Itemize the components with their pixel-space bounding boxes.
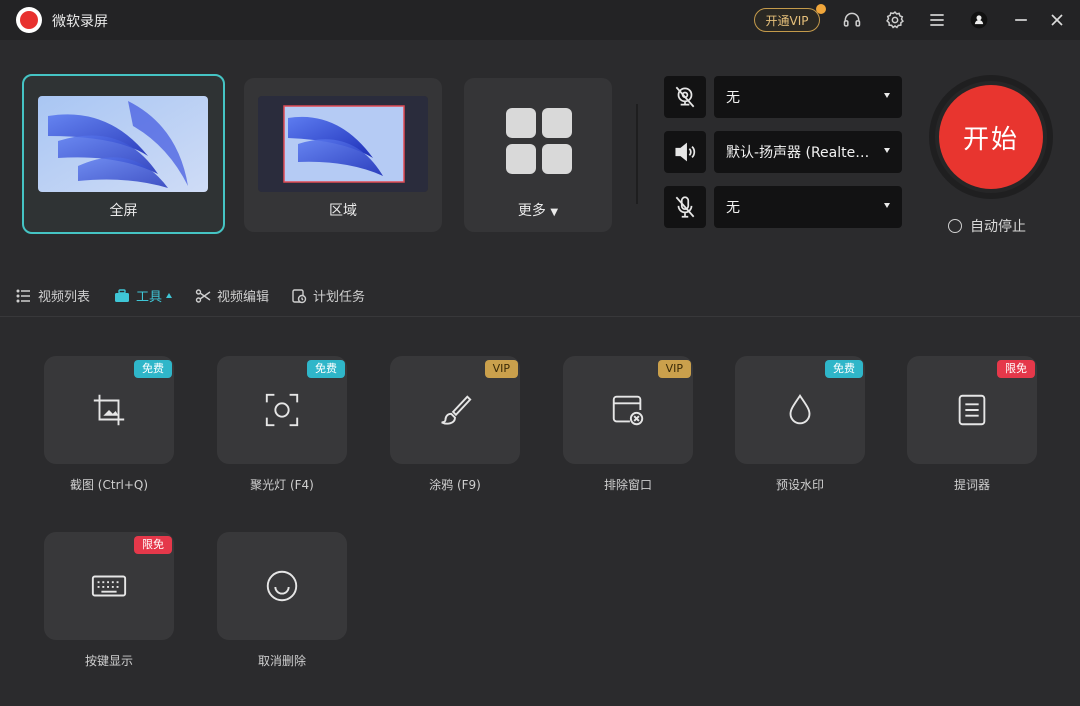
nav-video-list[interactable]: 视频列表 bbox=[16, 286, 90, 305]
start-button-ring: 开始 bbox=[929, 75, 1053, 199]
microphone-select-value: 无 bbox=[726, 200, 740, 216]
tool-badge: 免费 bbox=[134, 360, 172, 378]
mode-region-label: 区域 bbox=[329, 203, 357, 219]
tool-screenshot-label: 截图 (Ctrl+Q) bbox=[69, 478, 149, 492]
teleprompter-icon bbox=[952, 390, 992, 430]
tool-teleprompter[interactable]: 限免 bbox=[907, 356, 1037, 464]
tool-badge: 限免 bbox=[997, 360, 1035, 378]
tool-badge: 限免 bbox=[134, 536, 172, 554]
more-grid-icon bbox=[506, 108, 572, 174]
close-icon[interactable] bbox=[1046, 9, 1068, 31]
app-title: 微软录屏 bbox=[52, 14, 108, 30]
crop-icon bbox=[89, 390, 129, 430]
tool-badge: VIP bbox=[484, 360, 518, 378]
vertical-divider bbox=[636, 104, 638, 204]
tool-key-display[interactable]: 限免 bbox=[44, 532, 174, 640]
chevron-down-icon bbox=[884, 203, 890, 208]
tool-spotlight[interactable]: 免费 bbox=[217, 356, 347, 464]
camera-select-value: 无 bbox=[726, 90, 740, 106]
speaker-icon[interactable] bbox=[664, 131, 706, 173]
start-record-button[interactable]: 开始 bbox=[939, 85, 1043, 189]
app-logo-icon bbox=[16, 7, 42, 33]
vip-notification-dot bbox=[816, 4, 826, 14]
auto-stop-option[interactable]: 自动停止 bbox=[948, 216, 1026, 236]
smile-icon bbox=[262, 566, 302, 606]
tool-exclude-window-label: 排除窗口 bbox=[603, 478, 652, 492]
tool-screenshot[interactable]: 免费 bbox=[44, 356, 174, 464]
speaker-select[interactable]: 默认-扬声器 (Realtek(R) Audio) bbox=[714, 131, 902, 173]
mode-more-card[interactable]: 更多 ▼ bbox=[464, 78, 612, 232]
tool-badge: VIP bbox=[657, 360, 691, 378]
menu-icon[interactable] bbox=[926, 9, 948, 31]
title-bar: 微软录屏 开通VIP bbox=[0, 0, 1080, 40]
auto-stop-label: 自动停止 bbox=[970, 219, 1026, 235]
spotlight-icon bbox=[262, 390, 302, 430]
fullscreen-preview-image bbox=[38, 96, 208, 192]
tool-badge: 免费 bbox=[825, 360, 863, 378]
mode-fullscreen-card[interactable]: 全屏 bbox=[22, 74, 225, 234]
nav-video-edit[interactable]: 视频编辑 bbox=[195, 286, 269, 305]
tool-undo-delete[interactable] bbox=[217, 532, 347, 640]
tool-badge: 免费 bbox=[307, 360, 345, 378]
camera-off-icon[interactable] bbox=[664, 76, 706, 118]
brush-icon bbox=[435, 390, 475, 430]
minimize-icon[interactable] bbox=[1010, 9, 1032, 31]
mode-fullscreen-label: 全屏 bbox=[109, 203, 138, 219]
mode-region-card[interactable]: 区域 bbox=[244, 78, 442, 232]
vip-button[interactable]: 开通VIP bbox=[754, 8, 820, 32]
speaker-select-value: 默认-扬声器 (Realtek(R) Audio) bbox=[726, 145, 876, 161]
headset-support-icon[interactable] bbox=[841, 9, 863, 31]
chevron-down-icon bbox=[884, 148, 890, 153]
user-avatar-icon[interactable] bbox=[968, 9, 990, 31]
region-preview-image bbox=[258, 96, 428, 192]
microphone-off-icon[interactable] bbox=[664, 186, 706, 228]
tool-watermark-label: 预设水印 bbox=[775, 478, 824, 492]
tool-undo-delete-label: 取消删除 bbox=[257, 654, 306, 668]
tool-doodle[interactable]: VIP bbox=[390, 356, 520, 464]
tool-exclude-window[interactable]: VIP bbox=[563, 356, 693, 464]
tool-watermark[interactable]: 免费 bbox=[735, 356, 865, 464]
tool-doodle-label: 涂鸦 (F9) bbox=[429, 478, 481, 492]
keyboard-icon bbox=[89, 566, 129, 606]
nav-tools[interactable]: 工具 bbox=[114, 286, 173, 305]
auto-stop-radio[interactable] bbox=[948, 219, 962, 233]
settings-gear-icon[interactable] bbox=[884, 9, 906, 31]
watermark-drop-icon bbox=[780, 390, 820, 430]
camera-select[interactable]: 无 bbox=[714, 76, 902, 118]
chevron-up-icon bbox=[166, 293, 173, 298]
tool-teleprompter-label: 提词器 bbox=[953, 478, 990, 492]
tool-nav: 视频列表 工具 视频编辑 计划任务 bbox=[0, 280, 1080, 316]
mode-more-label: 更多 ▼ bbox=[517, 203, 559, 219]
exclude-window-icon bbox=[608, 390, 648, 430]
nav-scheduled-tasks[interactable]: 计划任务 bbox=[291, 286, 365, 305]
chevron-down-icon bbox=[884, 93, 890, 98]
tool-spotlight-label: 聚光灯 (F4) bbox=[250, 478, 314, 492]
tool-key-display-label: 按键显示 bbox=[84, 654, 133, 668]
microphone-select[interactable]: 无 bbox=[714, 186, 902, 228]
